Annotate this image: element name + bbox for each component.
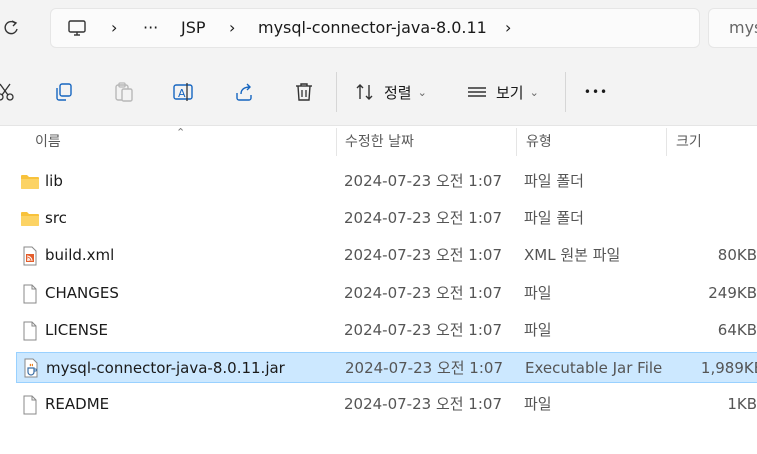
file-size: 249KB xyxy=(708,284,757,302)
breadcrumb-current-folder[interactable]: mysql-connector-java-8.0.11 xyxy=(258,9,487,47)
file-row[interactable]: README 2024-07-23 오전 1:07 파일 1KB xyxy=(0,389,757,420)
file-type: Executable Jar File xyxy=(525,359,663,377)
file-type: 파일 폴더 xyxy=(524,172,584,190)
column-divider[interactable] xyxy=(336,128,337,156)
sort-button[interactable]: 정렬 ⌄ xyxy=(354,72,438,112)
view-label: 보기 xyxy=(496,83,524,102)
copy-button[interactable] xyxy=(50,72,78,112)
column-header-date[interactable]: 수정한 날짜 xyxy=(345,126,414,158)
column-header-name[interactable]: 이름 xyxy=(35,126,61,158)
file-name: CHANGES xyxy=(45,284,119,302)
file-name: src xyxy=(45,209,67,227)
rename-icon: A xyxy=(173,83,193,101)
file-name: LICENSE xyxy=(45,321,108,339)
breadcrumb-jsp[interactable]: JSP xyxy=(181,9,206,47)
delete-button[interactable] xyxy=(290,72,318,112)
file-row[interactable]: CHANGES 2024-07-23 오전 1:07 파일 249KB xyxy=(0,278,757,309)
folder-icon xyxy=(20,209,40,229)
address-row: › ··· JSP › mysql-connector-java-8.0.11 … xyxy=(0,0,757,58)
toolbar-divider xyxy=(336,72,337,112)
rename-button[interactable]: A xyxy=(170,72,198,112)
sort-ascending-icon: ⌃ xyxy=(176,126,186,139)
file-name: build.xml xyxy=(45,246,115,264)
column-header-type[interactable]: 유형 xyxy=(526,126,552,158)
folder-icon xyxy=(20,172,40,192)
share-button[interactable] xyxy=(230,72,258,112)
file-date: 2024-07-23 오전 1:07 xyxy=(345,359,503,377)
file-row[interactable]: LICENSE 2024-07-23 오전 1:07 파일 64KB xyxy=(0,315,757,346)
file-row[interactable]: lib 2024-07-23 오전 1:07 파일 폴더 xyxy=(0,166,757,197)
column-header-row: ⌃ 이름 수정한 날짜 유형 크기 xyxy=(0,126,757,158)
refresh-icon[interactable] xyxy=(2,18,22,38)
this-pc-icon[interactable] xyxy=(67,9,87,47)
breadcrumb-separator[interactable]: › xyxy=(111,9,117,47)
xml-file-icon xyxy=(20,246,40,266)
file-date: 2024-07-23 오전 1:07 xyxy=(344,172,502,190)
file-type: XML 원본 파일 xyxy=(524,246,621,264)
sort-label: 정렬 xyxy=(384,83,412,102)
column-divider[interactable] xyxy=(516,128,517,156)
file-row[interactable]: build.xml 2024-07-23 오전 1:07 XML 원본 파일 80KB xyxy=(0,240,757,271)
svg-text:A: A xyxy=(178,87,186,100)
file-type: 파일 xyxy=(524,321,552,339)
trash-icon xyxy=(296,83,312,101)
file-date: 2024-07-23 오전 1:07 xyxy=(344,246,502,264)
file-size xyxy=(637,166,757,197)
file-name: README xyxy=(45,395,110,413)
file-date: 2024-07-23 오전 1:07 xyxy=(344,209,502,227)
more-options-button[interactable]: ••• xyxy=(580,72,612,112)
sort-icon xyxy=(356,84,373,100)
file-size: 80KB xyxy=(717,246,757,264)
jar-file-icon xyxy=(21,358,41,378)
file-type: 파일 폴더 xyxy=(524,209,584,227)
file-size: 1,989KB xyxy=(700,359,757,377)
file-type: 파일 xyxy=(524,284,552,302)
column-header-size[interactable]: 크기 xyxy=(676,126,702,158)
search-input[interactable]: mys xyxy=(708,8,757,48)
chevron-down-icon: ⌄ xyxy=(417,85,427,99)
file-size: 1KB xyxy=(727,395,757,413)
file-icon xyxy=(20,395,40,415)
file-name: lib xyxy=(45,172,63,190)
file-type: 파일 xyxy=(524,395,552,413)
chevron-down-icon: ⌄ xyxy=(529,85,539,99)
file-date: 2024-07-23 오전 1:07 xyxy=(344,395,502,413)
file-size: 64KB xyxy=(717,321,757,339)
search-placeholder: mys xyxy=(729,18,757,37)
address-bar[interactable]: › ··· JSP › mysql-connector-java-8.0.11 … xyxy=(50,8,700,48)
view-button[interactable]: 보기 ⌄ xyxy=(466,72,550,112)
breadcrumb-more[interactable]: ··· xyxy=(143,9,158,47)
file-size xyxy=(637,203,757,234)
command-bar: A 정렬 ⌄ 보기 ⌄ ••• xyxy=(0,58,757,126)
file-icon xyxy=(20,321,40,341)
column-divider[interactable] xyxy=(666,128,667,156)
share-icon xyxy=(236,83,252,101)
view-list-icon xyxy=(468,87,486,97)
cut-button[interactable] xyxy=(0,72,18,112)
copy-icon xyxy=(56,83,72,101)
file-date: 2024-07-23 오전 1:07 xyxy=(344,284,502,302)
file-name: mysql-connector-java-8.0.11.jar xyxy=(46,359,285,377)
file-icon xyxy=(20,284,40,304)
breadcrumb-separator[interactable]: › xyxy=(505,9,511,47)
paste-button[interactable] xyxy=(110,72,138,112)
scissors-icon xyxy=(0,83,14,101)
file-date: 2024-07-23 오전 1:07 xyxy=(344,321,502,339)
paste-icon xyxy=(115,82,133,102)
file-row[interactable]: src 2024-07-23 오전 1:07 파일 폴더 xyxy=(0,203,757,234)
file-row-selected[interactable]: mysql-connector-java-8.0.11.jar 2024-07-2… xyxy=(16,352,757,383)
toolbar-divider xyxy=(565,72,566,112)
breadcrumb-separator[interactable]: › xyxy=(229,9,235,47)
